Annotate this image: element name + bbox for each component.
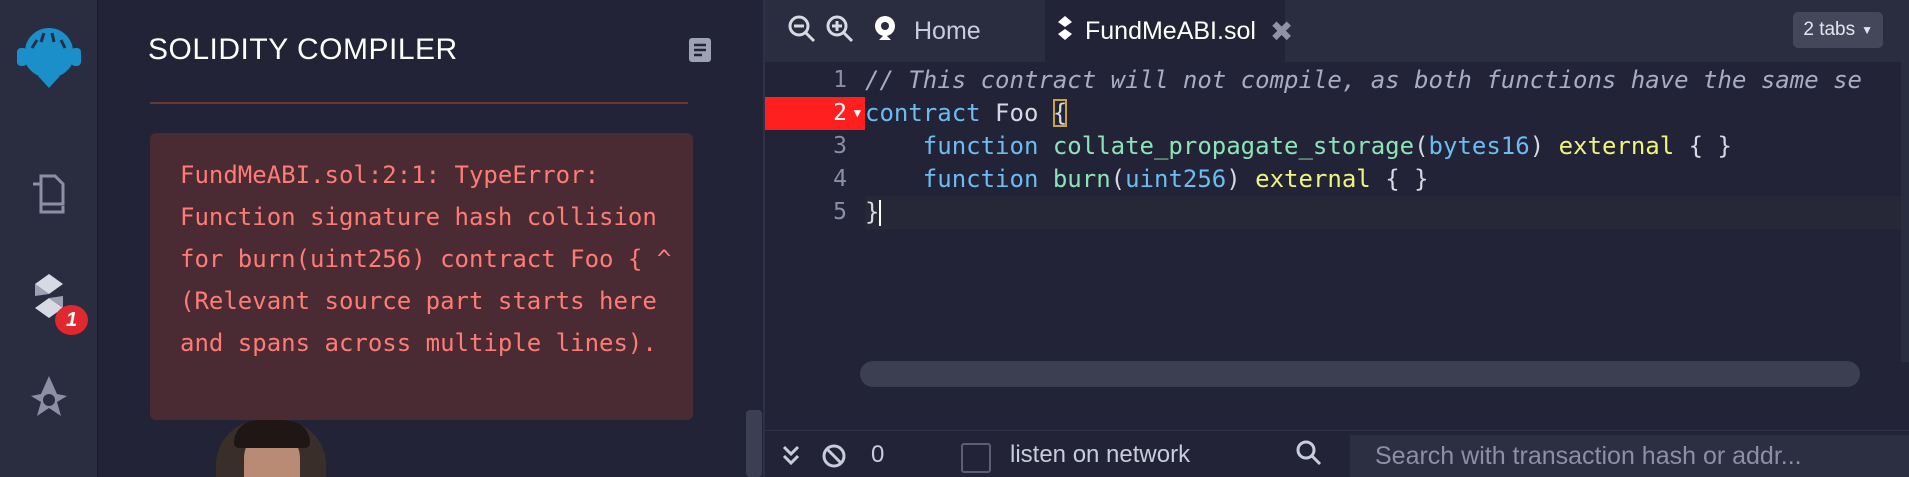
code-paren: ) bbox=[1529, 132, 1559, 160]
compile-error-box[interactable]: FundMeABI.sol:2:1: TypeError: Function s… bbox=[150, 133, 693, 420]
collapse-terminal-icon[interactable] bbox=[781, 443, 801, 474]
compile-error-message: FundMeABI.sol:2:1: TypeError: Function s… bbox=[180, 161, 686, 357]
tab-home[interactable]: Home bbox=[870, 0, 981, 62]
line-number-error[interactable]: 2 ▼ bbox=[765, 97, 865, 130]
home-tab-label: Home bbox=[914, 16, 981, 45]
code-visibility: external bbox=[1558, 132, 1675, 160]
tab-fundmeabi[interactable]: FundMeABI.sol ✖ bbox=[1045, 0, 1293, 62]
deploy-run-icon[interactable] bbox=[0, 372, 98, 420]
file-explorer-icon[interactable] bbox=[0, 172, 98, 216]
caret-down-icon: ▼ bbox=[1861, 23, 1873, 37]
code-paren: ( bbox=[1414, 132, 1429, 160]
code-editor: Home FundMeABI.sol ✖ 2 tabs ▼ 1 2▼ 3 4 bbox=[763, 0, 1909, 477]
editor-vertical-scrollbar[interactable] bbox=[1901, 62, 1909, 362]
panel-scrollbar[interactable] bbox=[746, 410, 762, 477]
code-type: uint256 bbox=[1125, 165, 1227, 193]
tabs-count-label: 2 tabs bbox=[1803, 19, 1856, 40]
code-line-5[interactable]: } bbox=[865, 196, 1909, 229]
listen-on-network-checkbox[interactable] bbox=[961, 443, 991, 473]
text-cursor bbox=[879, 200, 882, 226]
code-paren: ( bbox=[1110, 165, 1126, 193]
remix-ide-window: 1 SOLIDITY COMPILER FundMeABI.sol:2:1: T… bbox=[0, 0, 1909, 477]
code-brace-matched: { bbox=[1052, 99, 1068, 127]
home-tab-icon bbox=[870, 13, 900, 50]
line-number-value: 2 bbox=[833, 100, 847, 126]
editor-tabbar: Home FundMeABI.sol ✖ 2 tabs ▼ bbox=[765, 0, 1909, 62]
code-paren: ) bbox=[1226, 165, 1256, 193]
terminal-bar: 0 listen on network Search with transact… bbox=[765, 430, 1909, 477]
code-line-2[interactable]: contract Foo { bbox=[865, 97, 1909, 130]
code-function-name: burn bbox=[1038, 165, 1111, 193]
active-tab-label: FundMeABI.sol bbox=[1085, 16, 1256, 45]
line-number: 1 bbox=[833, 67, 847, 93]
line-number-gutter: 1 2 ▼ 3 4 5 bbox=[765, 64, 865, 229]
pending-tx-count: 0 bbox=[871, 441, 885, 468]
line-number: 4 bbox=[833, 166, 847, 192]
code-function-name: collate_propagate_storage bbox=[1038, 132, 1415, 160]
solidity-compiler-panel: SOLIDITY COMPILER FundMeABI.sol:2:1: Typ… bbox=[98, 0, 763, 477]
code-keyword: function bbox=[922, 132, 1039, 160]
line-number: 3 bbox=[833, 133, 847, 159]
code-area[interactable]: // This contract will not compile, as bo… bbox=[865, 64, 1909, 229]
line-number: 5 bbox=[833, 199, 847, 225]
code-line-3[interactable]: function collate_propagate_storage(bytes… bbox=[865, 130, 1909, 163]
code-brace: } bbox=[865, 198, 880, 226]
code-body: { } bbox=[1674, 132, 1732, 160]
webcam-overlay bbox=[216, 420, 326, 477]
tabs-dropdown-button[interactable]: 2 tabs ▼ bbox=[1793, 12, 1883, 48]
code-line-1[interactable]: // This contract will not compile, as bo… bbox=[865, 64, 1909, 97]
listen-on-network-label: listen on network bbox=[1010, 441, 1191, 468]
transaction-search-input[interactable]: Search with transaction hash or addr... bbox=[1350, 435, 1909, 477]
code-visibility: external bbox=[1255, 165, 1371, 193]
fold-marker-icon[interactable]: ▼ bbox=[854, 97, 861, 130]
solidity-file-icon bbox=[1057, 15, 1073, 48]
close-tab-icon[interactable]: ✖ bbox=[1270, 15, 1293, 48]
search-icon[interactable] bbox=[1295, 439, 1323, 474]
clear-console-icon[interactable] bbox=[821, 443, 847, 476]
code-line-4[interactable]: function burn(uint256) external { } bbox=[865, 163, 1909, 196]
zoom-out-icon[interactable] bbox=[787, 14, 817, 49]
code-keyword: contract bbox=[865, 99, 981, 127]
code-contract-name: Foo bbox=[980, 99, 1053, 127]
presenter-hair bbox=[234, 420, 310, 448]
documentation-icon[interactable] bbox=[687, 36, 713, 69]
zoom-in-icon[interactable] bbox=[825, 14, 855, 49]
code-body: { } bbox=[1370, 165, 1429, 193]
compiler-error-badge: 1 bbox=[55, 305, 88, 335]
code-type: bytes16 bbox=[1428, 132, 1530, 160]
code-comment: // This contract will not compile, as bo… bbox=[865, 66, 1862, 94]
editor-horizontal-scrollbar[interactable] bbox=[860, 361, 1860, 387]
panel-divider bbox=[150, 102, 688, 104]
icon-sidebar: 1 bbox=[0, 0, 98, 477]
panel-title: SOLIDITY COMPILER bbox=[148, 33, 458, 66]
remix-logo-icon[interactable] bbox=[0, 18, 98, 92]
code-keyword: function bbox=[922, 165, 1039, 193]
